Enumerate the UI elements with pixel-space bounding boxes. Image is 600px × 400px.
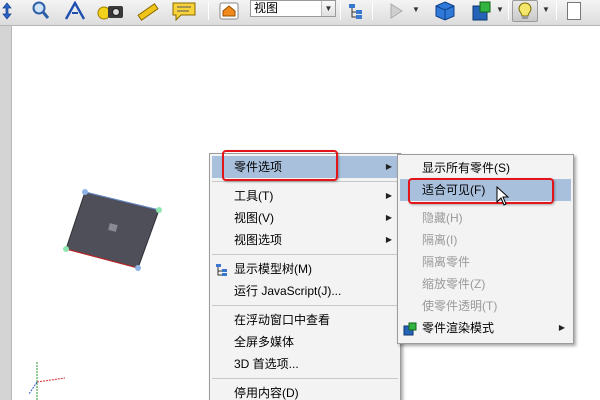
pan-icon[interactable] [0, 0, 14, 22]
menu-item-label: 工具(T) [234, 189, 274, 203]
play-icon[interactable] [384, 0, 408, 22]
toolbar-separator [508, 2, 509, 20]
menu-item-label: 显示模型树(M) [234, 262, 312, 276]
menu-item-zoom-part[interactable]: 缩放零件(Z) [400, 273, 571, 295]
chevron-down-icon[interactable]: ▼ [542, 5, 550, 15]
menu-item-hide[interactable]: 隐藏(H) [400, 207, 571, 229]
menu-item-label: 隔离(I) [422, 233, 458, 247]
camera-icon[interactable] [96, 0, 126, 22]
annotation-highlight-part-options [222, 150, 338, 181]
model-tree-icon[interactable] [345, 0, 367, 22]
submenu-arrow-icon: ▶ [385, 191, 392, 200]
menu-item-label: 隐藏(H) [422, 211, 463, 225]
menu-item-label: 缩放零件(Z) [422, 277, 486, 291]
menu-item-part-render-mode[interactable]: 零件渲染模式 ▶ [400, 317, 571, 339]
projection-icon[interactable] [432, 0, 458, 22]
chevron-down-icon[interactable]: ▼ [321, 1, 335, 16]
context-menu: 零件选项 ▶ 工具(T) ▶ 视图(V) ▶ 视图选项 ▶ 显示模型树(M) 运… [209, 153, 401, 400]
menu-separator [212, 254, 398, 255]
home-icon[interactable] [218, 0, 240, 22]
annotation-highlight-fit-visible [408, 178, 554, 204]
menu-item-view[interactable]: 视图(V) ▶ [212, 207, 398, 229]
menu-item-3d-preferences[interactable]: 3D 首选项... [212, 353, 398, 375]
menu-item-view-options[interactable]: 视图选项 ▶ [212, 229, 398, 251]
menu-item-tools[interactable]: 工具(T) ▶ [212, 185, 398, 207]
menu-item-label: 视图(V) [234, 211, 274, 225]
comment-icon[interactable] [170, 0, 198, 22]
background-color-icon[interactable] [564, 0, 584, 22]
toolbar-separator [208, 2, 209, 20]
menu-item-show-all-parts[interactable]: 显示所有零件(S) [400, 157, 571, 179]
menu-item-label: 使零件透明(T) [422, 299, 498, 313]
menu-separator [212, 378, 398, 379]
mouse-cursor-icon [496, 185, 510, 211]
menu-item-fullscreen-multimedia[interactable]: 全屏多媒体 [212, 331, 398, 353]
axis-triad [28, 362, 66, 400]
render-mode-icon[interactable] [468, 0, 494, 22]
menu-item-run-javascript[interactable]: 运行 JavaScript(J)... [212, 280, 398, 302]
toolbar-separator [372, 2, 373, 20]
menu-item-label: 在浮动窗口中查看 [234, 313, 331, 327]
menu-item-label: 隔离零件 [422, 255, 471, 269]
left-panel [0, 26, 12, 400]
rotate-icon[interactable] [62, 0, 88, 22]
toolbar: 视图 ▼ ▼ ▼ ▼ [0, 0, 600, 26]
measure-icon[interactable] [136, 0, 160, 22]
zoom-icon[interactable] [30, 0, 52, 22]
menu-item-label: 3D 首选项... [234, 357, 299, 371]
toolbar-separator [556, 2, 557, 20]
menu-separator [212, 181, 398, 182]
menu-item-make-part-transparent[interactable]: 使零件透明(T) [400, 295, 571, 317]
submenu-arrow-icon: ▶ [385, 235, 392, 244]
chevron-down-icon[interactable]: ▼ [496, 5, 504, 15]
menu-item-label: 全屏多媒体 [234, 335, 295, 349]
menu-item-disable-content[interactable]: 停用内容(D) [212, 382, 398, 400]
menu-item-label: 零件渲染模式 [422, 321, 495, 335]
chevron-down-icon[interactable]: ▼ [412, 5, 420, 15]
view-select[interactable]: 视图 ▼ [250, 0, 336, 17]
menu-separator [212, 305, 398, 306]
menu-item-label: 运行 JavaScript(J)... [234, 284, 342, 298]
menu-item-show-model-tree[interactable]: 显示模型树(M) [212, 258, 398, 280]
render-mode-icon [403, 321, 418, 343]
menu-item-isolate[interactable]: 隔离(I) [400, 229, 571, 251]
toolbar-separator [340, 2, 341, 20]
submenu-arrow-icon: ▶ [558, 323, 565, 332]
lighting-icon[interactable] [512, 0, 538, 22]
submenu-arrow-icon: ▶ [385, 162, 392, 171]
view-select-value: 视图 [254, 1, 279, 15]
menu-item-label: 停用内容(D) [234, 386, 299, 400]
menu-item-floating-window[interactable]: 在浮动窗口中查看 [212, 309, 398, 331]
submenu-arrow-icon: ▶ [385, 213, 392, 222]
menu-item-label: 显示所有零件(S) [422, 161, 510, 175]
menu-item-isolate-part[interactable]: 隔离零件 [400, 251, 571, 273]
menu-item-label: 视图选项 [234, 233, 283, 247]
